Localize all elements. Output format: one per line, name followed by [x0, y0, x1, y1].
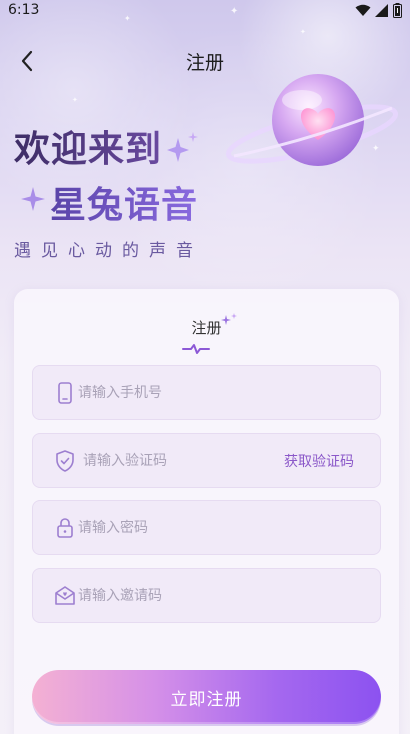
wifi-icon — [355, 4, 371, 16]
status-icons — [355, 3, 402, 18]
form-tab-title: 注册 — [191, 319, 222, 337]
verification-code-input[interactable] — [83, 434, 263, 487]
verification-code-field: 获取验证码 — [32, 433, 381, 488]
battery-icon — [393, 3, 402, 18]
tab-indicator-icon — [182, 344, 210, 354]
phone-input[interactable] — [78, 366, 328, 419]
sparkle-icon — [21, 187, 45, 211]
invite-code-input[interactable] — [78, 569, 328, 622]
register-form-card: 注册 获取验证码 — [14, 289, 399, 734]
sparkle-icon — [221, 313, 237, 325]
mail-heart-icon — [55, 586, 75, 605]
phone-field — [32, 365, 381, 420]
welcome-title: 欢迎来到 — [14, 120, 162, 172]
password-field — [32, 500, 381, 555]
get-code-button[interactable]: 获取验证码 — [284, 451, 354, 471]
sparkle-icon — [167, 132, 198, 162]
status-time: 6:13 — [8, 2, 40, 18]
sparkle-icon: ✦ — [72, 96, 78, 104]
cellular-signal-icon — [375, 4, 388, 17]
phone-icon — [58, 382, 72, 404]
slogan: 遇见心动的声音 — [14, 241, 203, 261]
password-input[interactable] — [78, 501, 328, 554]
status-bar: 6:13 — [0, 0, 410, 22]
register-submit-button[interactable]: 立即注册 — [32, 670, 381, 724]
shield-check-icon — [56, 450, 74, 472]
app-name-title: 星兔语音 — [50, 176, 198, 228]
sparkle-icon: ✦ — [300, 28, 306, 36]
lock-icon — [57, 518, 73, 538]
heart-planet-icon — [225, 74, 399, 166]
invite-code-field — [32, 568, 381, 623]
